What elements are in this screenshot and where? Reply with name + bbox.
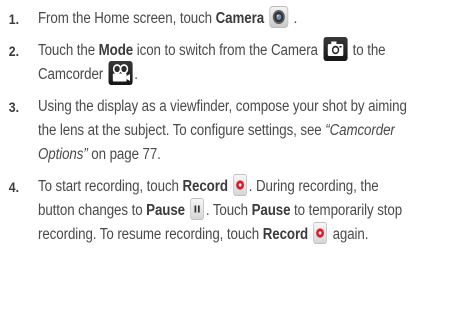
step-number: 1. — [8, 11, 20, 27]
step-text-part: . Touch — [205, 202, 252, 220]
step-text: To start recording, touch Record . Durin… — [38, 174, 410, 247]
step-text-part: . — [134, 66, 138, 84]
step-text-part: From the Home screen, touch — [38, 10, 216, 27]
step-1: 1. From the Home screen, touch Camera . — [0, 5, 471, 31]
pause-term: Pause — [146, 202, 185, 220]
step-text-part: icon to switch from the Camera — [133, 42, 322, 60]
mode-term: Mode — [98, 42, 134, 60]
step-text: Using the display as a viewfinder, compo… — [38, 95, 410, 167]
step-text: From the Home screen, touch Camera . — [38, 5, 410, 31]
record-icon — [313, 222, 328, 245]
pause-term: Pause — [251, 202, 291, 220]
step-3: 3. Using the display as a viewfinder, co… — [0, 95, 471, 167]
step-text-part: again. — [328, 226, 369, 244]
step-text-part: on page 77. — [87, 146, 161, 164]
step-number: 2. — [8, 43, 20, 59]
step-4: 4. To start recording, touch Record . Du… — [0, 174, 471, 247]
step-text-part: Touch the — [38, 42, 99, 60]
pause-icon — [190, 198, 205, 221]
instruction-document: 1. From the Home screen, touch Camera . … — [0, 0, 471, 317]
step-number: 4. — [8, 179, 20, 196]
step-number: 3. — [8, 99, 20, 116]
camera-app-icon — [269, 5, 289, 28]
camcorder-mode-icon — [108, 61, 133, 86]
record-icon — [233, 174, 247, 197]
camera-mode-icon — [323, 37, 348, 61]
camera-term: Camera — [215, 10, 265, 27]
step-text-part: . — [290, 10, 298, 27]
step-text: Touch the Mode icon to switch from the C… — [38, 37, 410, 87]
step-text-part: To start recording, touch — [38, 178, 183, 196]
record-term: Record — [182, 178, 228, 196]
record-term: Record — [262, 226, 309, 244]
step-2: 2. Touch the Mode icon to switch from th… — [0, 37, 471, 87]
